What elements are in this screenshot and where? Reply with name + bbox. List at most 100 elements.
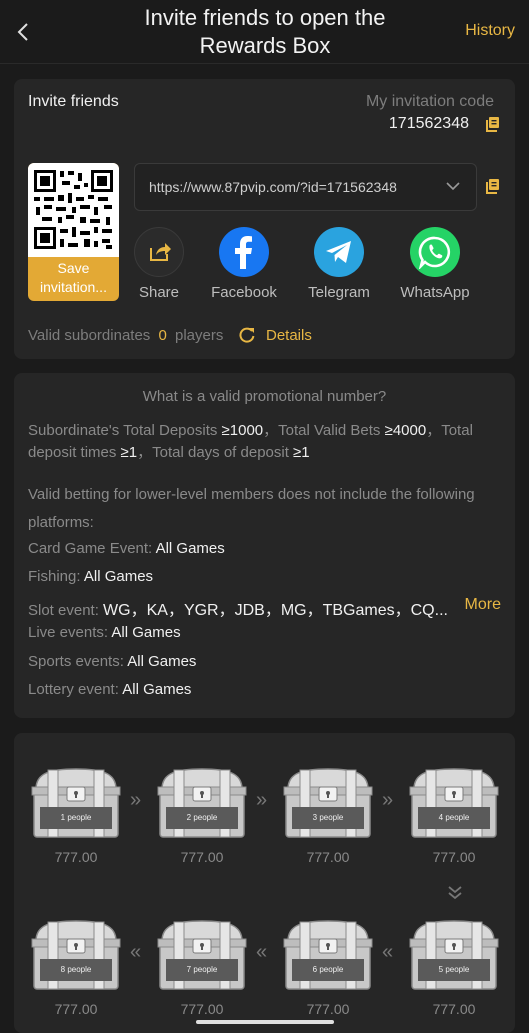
requirement-value: ≥1	[293, 444, 310, 461]
reward-chest[interactable]: 5 people 777.00	[408, 919, 500, 1017]
chest-icon: 5 people	[408, 919, 500, 993]
chest-amount: 777.00	[432, 1001, 476, 1017]
chest-label: 7 people	[186, 965, 218, 974]
save-label-line1: Save	[57, 260, 90, 276]
invite-url-select[interactable]: https://www.87pvip.com/?id=171562348	[134, 163, 477, 211]
reward-chest[interactable]: 1 people 777.00	[30, 767, 122, 865]
chest-icon: 7 people	[156, 919, 248, 993]
requirement-value: ≥1000	[221, 422, 264, 439]
reward-chest[interactable]: 4 people 777.00	[408, 767, 500, 865]
valid-subordinates-label: Valid subordinates	[28, 327, 151, 344]
reward-chest[interactable]: 3 people 777.00	[282, 767, 374, 865]
rewards-card: 1 people 777.00 2 people 777.00 3 people…	[14, 733, 515, 1033]
share-button[interactable]: Share	[114, 227, 204, 301]
requirement-label: Subordinate's Total Deposits	[28, 422, 222, 439]
facebook-icon	[219, 227, 269, 277]
arrow-down-icon	[448, 886, 462, 900]
chevron-left-icon[interactable]	[12, 18, 36, 46]
requirement-label: ，Total Valid Bets	[263, 422, 385, 439]
reward-chest[interactable]: 6 people 777.00	[282, 919, 374, 1017]
qr-code-card[interactable]: Save invitation...	[28, 163, 119, 301]
chest-label: 4 people	[438, 813, 470, 822]
page-title: Invite friends to open the Rewards Box	[110, 4, 420, 60]
telegram-share-button[interactable]: Telegram	[294, 227, 384, 301]
facebook-label: Facebook	[211, 284, 277, 301]
save-invitation-button[interactable]: Save invitation...	[28, 259, 119, 297]
more-link[interactable]: More	[465, 596, 501, 614]
chest-label: 1 people	[60, 813, 92, 822]
home-indicator	[196, 1020, 334, 1024]
history-button[interactable]: History	[465, 22, 515, 40]
chest-amount: 777.00	[306, 1001, 350, 1017]
chest-icon: 3 people	[282, 767, 374, 841]
requirement-label: ，Total days of deposit	[137, 444, 294, 461]
invite-card: Invite friends My invitation code 171562…	[14, 79, 515, 359]
arrow-right-icon: »	[256, 789, 268, 811]
platform-row: Card Game Event: All Games	[28, 540, 508, 557]
invite-title: Invite friends	[28, 93, 119, 110]
whatsapp-icon	[410, 227, 460, 277]
rules-card: What is a valid promotional number? Subo…	[14, 373, 515, 718]
chest-icon: 1 people	[30, 767, 122, 841]
telegram-icon	[314, 227, 364, 277]
share-label: Share	[138, 284, 180, 301]
chest-icon: 6 people	[282, 919, 374, 993]
chest-amount: 777.00	[54, 1001, 98, 1017]
copy-url-icon[interactable]	[485, 178, 501, 194]
platform-label: Slot event:	[28, 602, 104, 619]
chevron-down-icon	[446, 182, 460, 191]
platform-label: Sports events:	[28, 653, 128, 670]
page-title-line1: Invite friends to open the	[144, 5, 386, 30]
arrow-left-icon: «	[130, 941, 142, 963]
reward-chest[interactable]: 8 people 777.00	[30, 919, 122, 1017]
exclusion-note: Valid betting for lower-level members do…	[28, 486, 475, 531]
chest-amount: 777.00	[180, 1001, 224, 1017]
platform-label: Lottery event:	[28, 681, 123, 698]
chest-icon: 2 people	[156, 767, 248, 841]
chest-label: 6 people	[312, 965, 344, 974]
valid-subordinates-unit: players	[175, 327, 224, 344]
platform-row: Fishing: All Games	[28, 568, 508, 585]
save-label-line2: invitation...	[40, 279, 107, 295]
platform-value: WG，KA，YGR，JDB，MG，TBGames，CQ...	[103, 602, 448, 619]
platform-label: Fishing:	[28, 568, 84, 585]
platform-value: All Games	[127, 653, 197, 670]
chest-icon: 8 people	[30, 919, 122, 993]
chest-label: 5 people	[438, 965, 470, 974]
reward-chest[interactable]: 7 people 777.00	[156, 919, 248, 1017]
chest-label: 2 people	[186, 813, 218, 822]
arrow-right-icon: »	[382, 789, 394, 811]
platform-value: All Games	[155, 540, 225, 557]
chest-amount: 777.00	[306, 849, 350, 865]
platform-row: Live events: All Games	[28, 624, 508, 641]
platform-row: Lottery event: All Games	[28, 681, 508, 698]
requirement-value: ≥1	[120, 444, 138, 461]
qr-code	[28, 163, 119, 257]
qr-code-icon	[34, 170, 113, 249]
platform-value: All Games	[111, 624, 181, 641]
chest-label: 8 people	[60, 965, 92, 974]
invite-url: https://www.87pvip.com/?id=171562348	[149, 179, 397, 195]
copy-code-icon[interactable]	[485, 116, 501, 132]
platform-value: All Games	[83, 568, 154, 585]
whatsapp-share-button[interactable]: WhatsApp	[390, 227, 480, 301]
chest-amount: 777.00	[54, 849, 98, 865]
rules-title: What is a valid promotional number?	[142, 388, 387, 405]
whatsapp-label: WhatsApp	[400, 284, 470, 301]
arrow-right-icon: »	[130, 789, 142, 811]
facebook-share-button[interactable]: Facebook	[199, 227, 289, 301]
page-title-line2: Rewards Box	[199, 33, 331, 58]
chest-icon: 4 people	[408, 767, 500, 841]
valid-subordinates: Valid subordinates 0 players	[28, 327, 223, 344]
requirement-value: ≥4000	[384, 422, 427, 439]
details-link[interactable]: Details	[266, 327, 312, 344]
refresh-icon[interactable]	[238, 326, 256, 344]
platform-label: Live events:	[28, 624, 112, 641]
chest-amount: 777.00	[432, 849, 476, 865]
platform-label: Card Game Event:	[28, 540, 156, 557]
platform-row: Sports events: All Games	[28, 653, 508, 670]
platform-value: All Games	[122, 681, 192, 698]
chest-label: 3 people	[312, 813, 344, 822]
share-icon	[134, 227, 184, 277]
reward-chest[interactable]: 2 people 777.00	[156, 767, 248, 865]
